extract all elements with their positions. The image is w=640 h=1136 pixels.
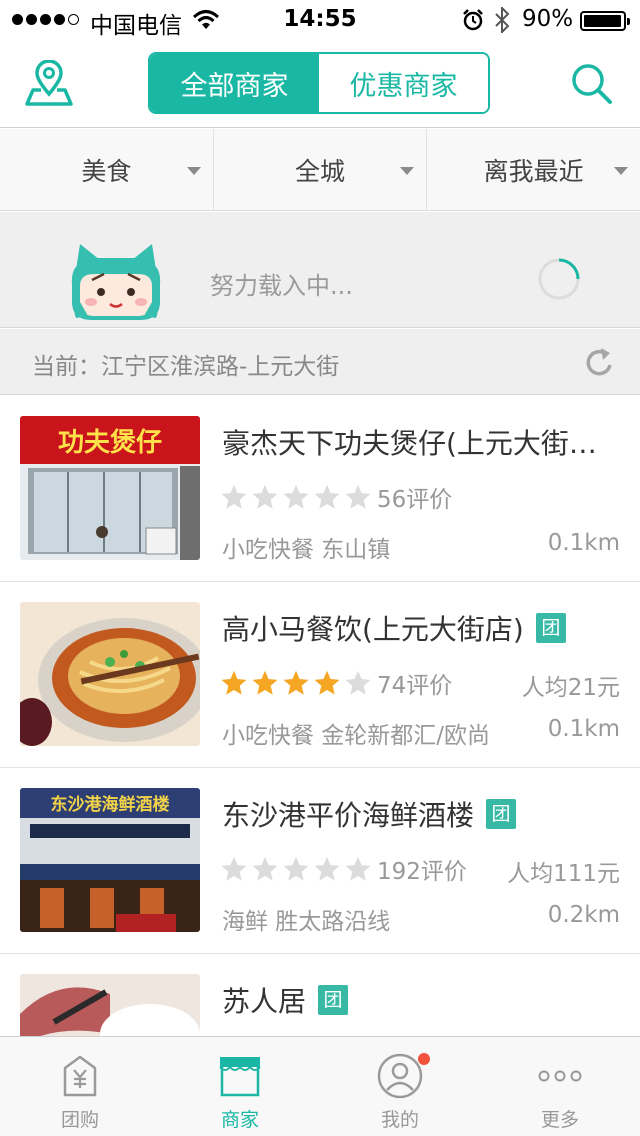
tab-mine[interactable]: 我的 bbox=[320, 1037, 480, 1136]
star-icon bbox=[252, 856, 278, 881]
merchant-list: 功夫煲仔 豪杰天下功夫煲仔(上元大街… 56评价 小吃快餐 东山镇 0.1km bbox=[0, 396, 640, 1036]
tab-label: 我的 bbox=[380, 1109, 419, 1131]
dropdown-caret-icon bbox=[400, 167, 415, 175]
search-icon[interactable] bbox=[570, 62, 614, 106]
tab-label: 团购 bbox=[60, 1109, 99, 1131]
merchant-item[interactable]: 苏人居团 bbox=[0, 954, 640, 1036]
merchant-name: 高小马餐饮(上元大街店) 团 bbox=[222, 608, 622, 648]
star-icon bbox=[252, 670, 278, 695]
rating-stars: 192评价 bbox=[220, 852, 467, 886]
segment-discount-merchants[interactable]: 优惠商家 bbox=[319, 54, 488, 112]
merchant-item[interactable]: 高小马餐饮(上元大街店) 团 74评价 人均21元 小吃快餐 金轮新都汇/欧尚 0… bbox=[0, 582, 640, 768]
store-icon bbox=[219, 1057, 261, 1097]
review-count: 192评价 bbox=[377, 859, 467, 885]
current-location-text: 当前：江宁区淮滨路-上元大街 bbox=[32, 354, 340, 380]
group-buy-icon bbox=[63, 1055, 97, 1097]
star-icon bbox=[221, 670, 247, 695]
profile-icon bbox=[377, 1053, 423, 1099]
star-icon bbox=[345, 670, 371, 695]
storefront-sign-text: 功夫煲仔 bbox=[58, 427, 162, 458]
refresh-icon[interactable] bbox=[584, 345, 616, 379]
merchant-category-area: 小吃快餐 金轮新都汇/欧尚 bbox=[222, 723, 491, 749]
filter-sort[interactable]: 离我最近 bbox=[426, 129, 640, 210]
filter-area-label: 全城 bbox=[295, 156, 346, 186]
star-icon bbox=[314, 670, 340, 695]
star-icon bbox=[345, 484, 371, 509]
mascot-icon bbox=[71, 244, 161, 320]
alarm-icon bbox=[463, 9, 483, 31]
dropdown-caret-icon bbox=[186, 167, 201, 175]
filter-sort-label: 离我最近 bbox=[483, 156, 584, 186]
filter-category-label: 美食 bbox=[81, 156, 132, 186]
merchant-photo: 功夫煲仔 bbox=[20, 416, 200, 560]
review-count: 74评价 bbox=[377, 673, 453, 699]
loading-spinner-icon bbox=[538, 258, 580, 300]
star-icon bbox=[221, 484, 247, 509]
review-count: 56评价 bbox=[377, 487, 453, 513]
merchant-name: 东沙港平价海鲜酒楼团 bbox=[222, 794, 622, 834]
star-icon bbox=[314, 484, 340, 509]
merchant-name: 豪杰天下功夫煲仔(上元大街… bbox=[222, 427, 597, 460]
dropdown-caret-icon bbox=[614, 167, 629, 175]
loading-text: 努力载入中... bbox=[210, 272, 353, 300]
star-icon bbox=[221, 856, 247, 881]
star-icon bbox=[345, 856, 371, 881]
merchant-distance: 0.2km bbox=[547, 902, 620, 928]
average-price: 人均21元 bbox=[521, 675, 620, 701]
tab-group-buy[interactable]: 团购 bbox=[0, 1037, 160, 1136]
battery-icon bbox=[580, 11, 630, 31]
location-pin-icon[interactable] bbox=[24, 60, 74, 108]
merchant-segment-control: 全部商家 优惠商家 bbox=[148, 52, 490, 114]
star-icon bbox=[283, 670, 309, 695]
battery-percent: 90% bbox=[522, 6, 574, 32]
group-buy-badge: 团 bbox=[318, 985, 349, 1015]
merchant-photo bbox=[20, 974, 200, 1036]
merchant-name: 苏人居团 bbox=[222, 980, 622, 1020]
filter-area[interactable]: 全城 bbox=[212, 129, 427, 210]
tab-bar: 团购 商家 我的 更多 bbox=[0, 1036, 640, 1136]
segment-all-merchants[interactable]: 全部商家 bbox=[150, 54, 319, 112]
merchant-distance: 0.1km bbox=[547, 530, 620, 556]
group-buy-badge: 团 bbox=[486, 799, 517, 829]
merchant-photo: 东沙港海鲜酒楼 bbox=[20, 788, 200, 932]
star-icon bbox=[314, 856, 340, 881]
bluetooth-icon bbox=[495, 7, 510, 33]
rating-stars: 56评价 bbox=[220, 480, 452, 514]
merchant-category-area: 海鲜 胜太路沿线 bbox=[222, 909, 391, 935]
storefront-sign-text: 东沙港海鲜酒楼 bbox=[51, 794, 170, 815]
pull-to-refresh-panel: 努力载入中... bbox=[0, 212, 640, 328]
tab-merchants[interactable]: 商家 bbox=[160, 1037, 320, 1136]
tab-more[interactable]: 更多 bbox=[480, 1037, 640, 1136]
average-price: 人均111元 bbox=[507, 861, 620, 887]
merchant-item[interactable]: 功夫煲仔 豪杰天下功夫煲仔(上元大街… 56评价 小吃快餐 东山镇 0.1km bbox=[0, 396, 640, 582]
current-location-bar: 当前：江宁区淮滨路-上元大街 bbox=[0, 329, 640, 395]
group-buy-badge: 团 bbox=[535, 613, 566, 643]
tab-label: 商家 bbox=[220, 1109, 259, 1131]
rating-stars: 74评价 bbox=[220, 666, 452, 700]
star-icon bbox=[252, 484, 278, 509]
merchant-category-area: 小吃快餐 东山镇 bbox=[222, 537, 391, 563]
merchant-photo bbox=[20, 602, 200, 746]
merchant-distance: 0.1km bbox=[547, 716, 620, 742]
notification-badge bbox=[418, 1053, 430, 1065]
status-bar: 中国电信 14:55 90% bbox=[0, 0, 640, 40]
more-icon bbox=[538, 1070, 582, 1082]
tab-label: 更多 bbox=[540, 1109, 579, 1131]
merchant-item[interactable]: 东沙港海鲜酒楼 东沙港平价海鲜酒楼团 192评价 人均111元 海鲜 胜太路沿线 bbox=[0, 768, 640, 954]
filter-bar: 美食 全城 离我最近 bbox=[0, 129, 640, 211]
nav-bar: 全部商家 优惠商家 bbox=[0, 40, 640, 128]
filter-category[interactable]: 美食 bbox=[0, 129, 213, 210]
star-icon bbox=[283, 856, 309, 881]
star-icon bbox=[283, 484, 309, 509]
